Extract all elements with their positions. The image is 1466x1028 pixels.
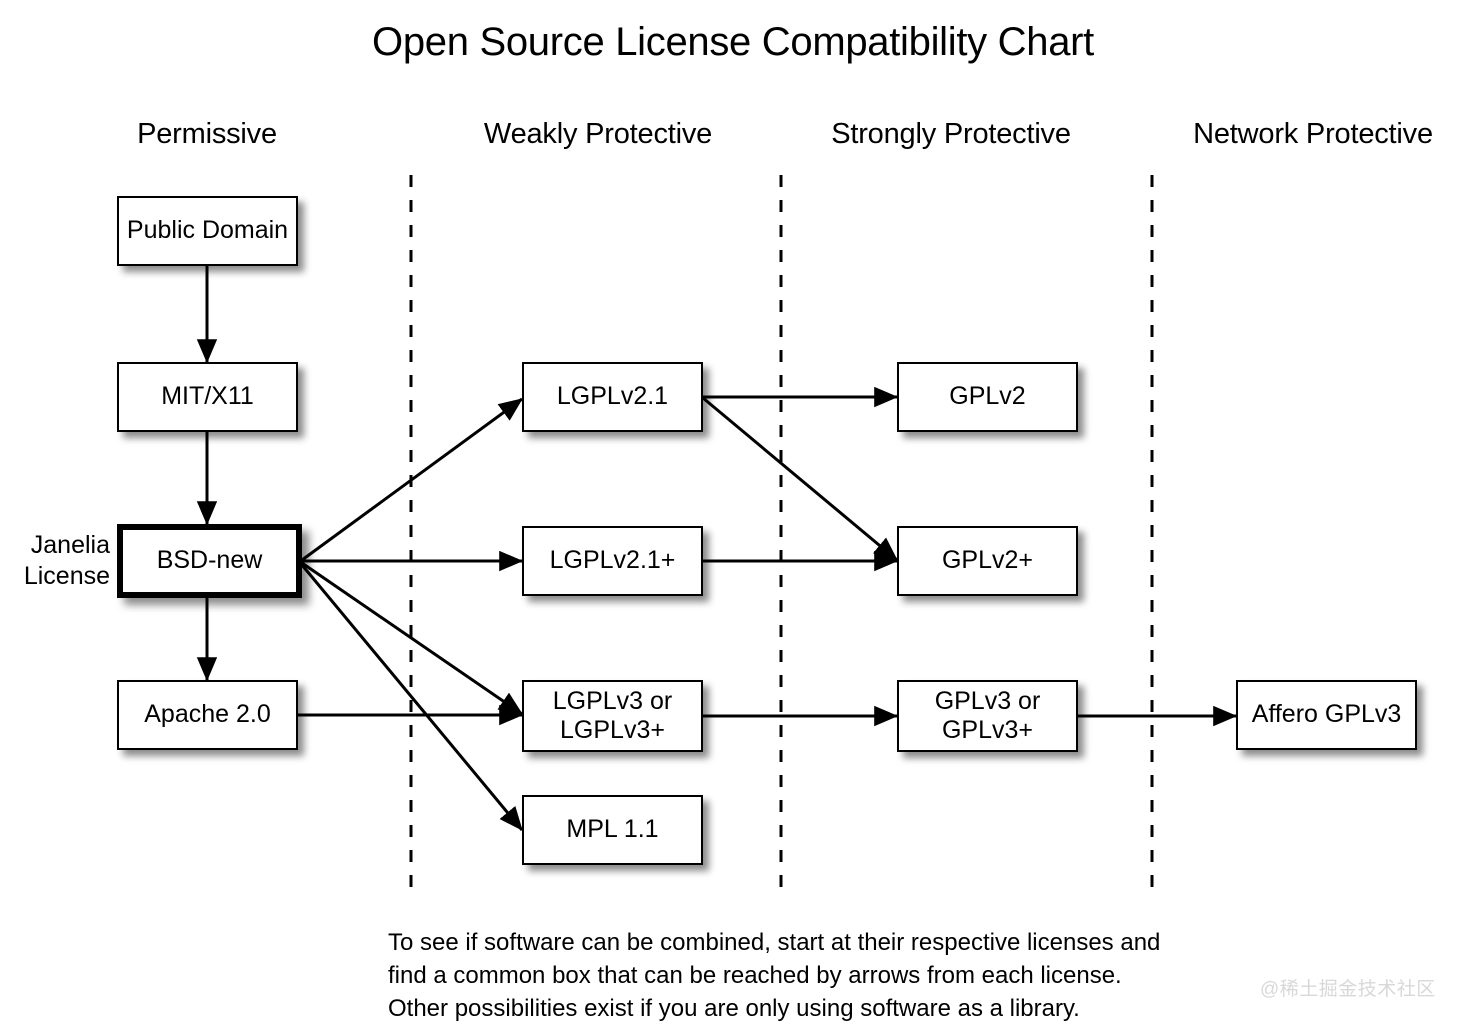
edge-group [196,266,1238,831]
license-box-gplv3[interactable]: GPLv3 or GPLv3+ [897,680,1078,752]
watermark-label: @稀土掘金技术社区 [1260,979,1436,1000]
column-header-network-protective: Network Protective [1193,118,1433,150]
license-box-lgplv2-1[interactable]: LGPLv2.1 [522,362,703,432]
edge-bsd-to-lgplv2-1 [301,397,523,562]
license-box-bsd-new[interactable]: BSD-new [117,524,302,598]
license-box-apache-2-0[interactable]: Apache 2.0 [117,680,298,750]
license-box-lgplv2-1-plus[interactable]: LGPLv2.1+ [522,526,703,596]
license-box-gplv2-plus[interactable]: GPLv2+ [897,526,1078,596]
column-header-permissive: Permissive [137,118,277,150]
edge-lgplv2-1-to-gplv2-plus [702,396,898,562]
license-compatibility-chart: Open Source License Compatibility Chart … [0,0,1466,1028]
arrow-layer [196,175,1238,890]
license-box-mpl-1-1[interactable]: MPL 1.1 [522,795,703,865]
footnote-text: To see if software can be combined, star… [388,929,1161,1023]
page-title: Open Source License Compatibility Chart [372,20,1094,64]
janelia-license-note: Janelia License [23,531,110,590]
edge-bsd-to-mpl [300,564,524,831]
license-box-mit-x11[interactable]: MIT/X11 [117,362,298,432]
column-header-weakly-protective: Weakly Protective [483,118,713,150]
edge-bsd-to-lgplv3 [301,561,523,716]
license-box-lgplv3[interactable]: LGPLv3 or LGPLv3+ [522,680,703,752]
license-box-public-domain[interactable]: Public Domain [117,196,298,266]
license-box-gplv2[interactable]: GPLv2 [897,362,1078,432]
license-box-affero-gplv3[interactable]: Affero GPLv3 [1236,680,1417,750]
column-header-strongly-protective: Strongly Protective [831,118,1071,150]
